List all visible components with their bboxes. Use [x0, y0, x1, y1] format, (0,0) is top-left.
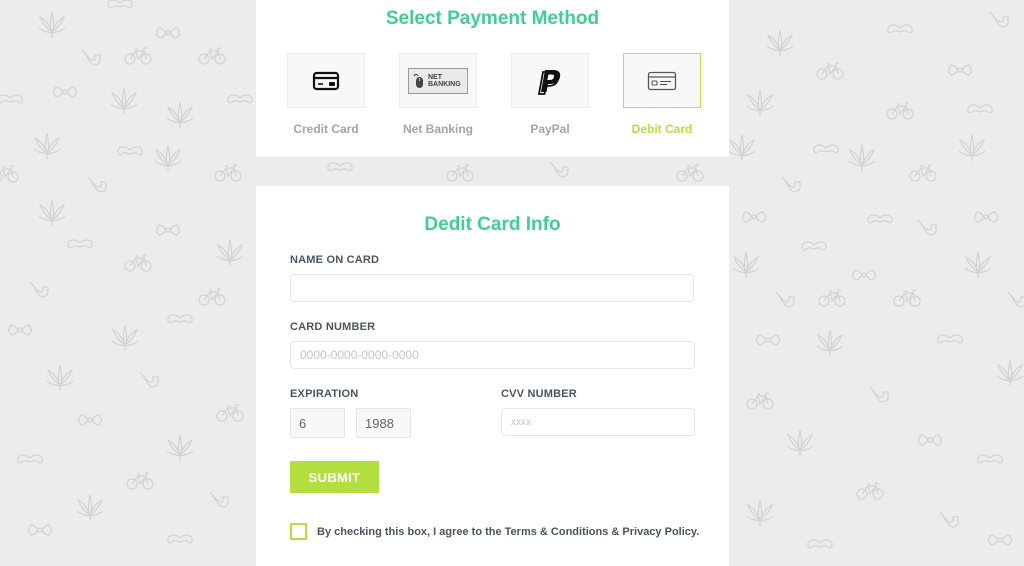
expiration-month-input[interactable] — [290, 408, 345, 438]
payment-method-panel: Select Payment Method Credit Card NET BA… — [256, 0, 729, 157]
card-number-label: CARD NUMBER — [290, 321, 376, 333]
card-number-input[interactable] — [290, 341, 695, 369]
name-on-card-label: NAME ON CARD — [290, 254, 380, 266]
mouse-icon — [413, 73, 423, 88]
payment-method-paypal[interactable]: PayPal — [511, 53, 589, 136]
net-banking-icon-text-2: BANKING — [428, 80, 461, 88]
card-info-panel: Dedit Card Info NAME ON CARD CARD NUMBER… — [256, 186, 729, 566]
terms-agreement: By checking this box, I agree to the Ter… — [290, 523, 699, 540]
submit-button[interactable]: SUBMIT — [290, 461, 379, 493]
paypal-icon — [537, 69, 561, 95]
credit-card-icon — [312, 71, 340, 90]
name-on-card-input[interactable] — [290, 274, 694, 302]
credit-card-option-box[interactable] — [287, 53, 365, 108]
debit-card-icon — [647, 71, 677, 90]
cvv-label: CVV NUMBER — [501, 388, 577, 400]
net-banking-option-box[interactable]: NET BANKING — [399, 53, 477, 108]
payment-method-debit-card[interactable]: Debit Card — [623, 53, 701, 136]
payment-method-list: Credit Card NET BANKING Net Banking PayP… — [287, 53, 701, 136]
net-banking-icon: NET BANKING — [408, 67, 468, 94]
credit-card-label: Credit Card — [293, 122, 359, 136]
paypal-label: PayPal — [530, 122, 570, 136]
card-info-title: Dedit Card Info — [424, 214, 561, 235]
net-banking-label: Net Banking — [402, 122, 473, 136]
payment-method-net-banking[interactable]: NET BANKING Net Banking — [399, 53, 477, 136]
payment-method-title: Select Payment Method — [385, 8, 600, 29]
payment-method-credit-card[interactable]: Credit Card — [287, 53, 365, 136]
expiration-year-input[interactable] — [356, 408, 411, 438]
expiration-label: EXPIRATION — [290, 388, 359, 400]
net-banking-icon-text-1: NET — [428, 73, 442, 81]
terms-checkbox[interactable] — [290, 523, 307, 540]
paypal-option-box[interactable] — [511, 53, 589, 108]
terms-text: By checking this box, I agree to the Ter… — [317, 525, 700, 538]
debit-card-label: Debit Card — [631, 122, 693, 136]
debit-card-option-box[interactable] — [623, 53, 701, 108]
cvv-input[interactable] — [501, 408, 695, 436]
